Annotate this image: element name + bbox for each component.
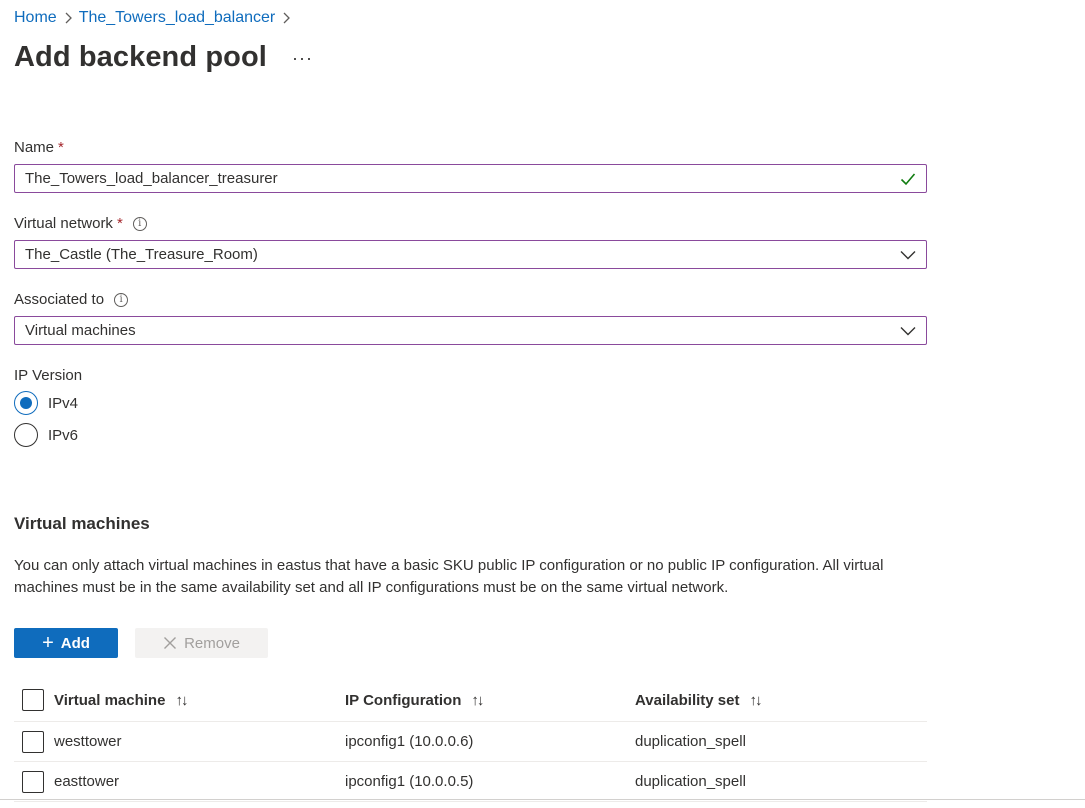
radio-button[interactable] <box>14 423 38 447</box>
checkmark-icon <box>900 172 916 186</box>
virtual-machines-heading: Virtual machines <box>14 514 150 533</box>
column-header-label: Virtual machine <box>54 691 166 709</box>
virtual-network-value: The_Castle (The_Treasure_Room) <box>25 246 258 263</box>
name-input[interactable]: The_Towers_load_balancer_treasurer <box>14 164 927 193</box>
chevron-down-icon <box>900 326 916 336</box>
table-header-row: Virtual machine ↑↓ IP Configuration ↑↓ A… <box>14 679 927 722</box>
sort-icon[interactable]: ↑↓ <box>471 692 484 709</box>
name-input-value: The_Towers_load_balancer_treasurer <box>25 170 278 187</box>
chevron-down-icon <box>900 250 916 260</box>
column-header-label: Availability set <box>635 691 740 709</box>
bottom-divider <box>0 799 1085 800</box>
required-mark: * <box>116 215 123 232</box>
close-icon <box>163 636 184 650</box>
cell-vm: easttower <box>54 773 120 790</box>
associated-to-label: Associated to i <box>14 291 129 308</box>
breadcrumb-load-balancer[interactable]: The_Towers_load_balancer <box>79 9 276 27</box>
select-all-checkbox[interactable] <box>22 689 44 711</box>
virtual-network-label-text: Virtual network <box>14 215 113 232</box>
virtual-network-label: Virtual network * i <box>14 215 147 232</box>
column-header-availability-set[interactable]: Availability set ↑↓ <box>635 679 763 721</box>
row-checkbox[interactable] <box>22 730 44 753</box>
column-header-virtual-machine[interactable]: Virtual machine ↑↓ <box>54 679 188 721</box>
more-options-button[interactable]: ··· <box>292 48 313 69</box>
radio-ipv6-label: IPv6 <box>48 426 79 444</box>
add-button[interactable]: + Add <box>14 628 118 658</box>
required-mark: * <box>58 139 64 156</box>
radio-ipv4-label: IPv4 <box>48 394 79 412</box>
cell-ip: ipconfig1 (10.0.0.5) <box>345 773 474 790</box>
name-label: Name * <box>14 139 64 156</box>
breadcrumb-home[interactable]: Home <box>14 9 57 27</box>
cell-availability-set: duplication_spell <box>635 773 746 790</box>
radio-ipv6[interactable]: IPv6 <box>14 423 78 447</box>
table-row[interactable]: easttower ipconfig1 (10.0.0.5) duplicati… <box>14 762 927 802</box>
add-button-label: Add <box>60 634 90 652</box>
associated-to-value: Virtual machines <box>25 322 136 339</box>
info-icon[interactable]: i <box>132 216 147 231</box>
virtual-machines-table: Virtual machine ↑↓ IP Configuration ↑↓ A… <box>14 679 927 802</box>
sort-icon[interactable]: ↑↓ <box>175 692 188 709</box>
page-title: Add backend pool <box>14 41 267 73</box>
column-header-ip-configuration[interactable]: IP Configuration ↑↓ <box>345 679 484 721</box>
column-header-label: IP Configuration <box>345 691 462 709</box>
remove-button[interactable]: Remove <box>135 628 268 658</box>
cell-vm: westtower <box>54 733 122 750</box>
chevron-right-icon <box>275 12 297 24</box>
radio-button-checked[interactable] <box>14 391 38 415</box>
chevron-right-icon <box>57 12 79 24</box>
associated-to-label-text: Associated to <box>14 291 105 308</box>
row-checkbox[interactable] <box>22 770 44 793</box>
info-icon[interactable]: i <box>114 292 129 307</box>
associated-to-dropdown[interactable]: Virtual machines <box>14 316 927 345</box>
breadcrumb: Home The_Towers_load_balancer <box>14 9 297 27</box>
ip-version-label: IP Version <box>14 367 83 384</box>
virtual-machines-description: You can only attach virtual machines in … <box>14 557 884 596</box>
radio-ipv4[interactable]: IPv4 <box>14 391 78 415</box>
name-label-text: Name <box>14 139 55 156</box>
cell-availability-set: duplication_spell <box>635 733 746 750</box>
remove-button-label: Remove <box>184 634 240 652</box>
sort-icon[interactable]: ↑↓ <box>750 692 763 709</box>
cell-ip: ipconfig1 (10.0.0.6) <box>345 733 474 750</box>
virtual-network-dropdown[interactable]: The_Castle (The_Treasure_Room) <box>14 240 927 269</box>
table-row[interactable]: westtower ipconfig1 (10.0.0.6) duplicati… <box>14 722 927 762</box>
plus-icon: + <box>42 632 54 654</box>
